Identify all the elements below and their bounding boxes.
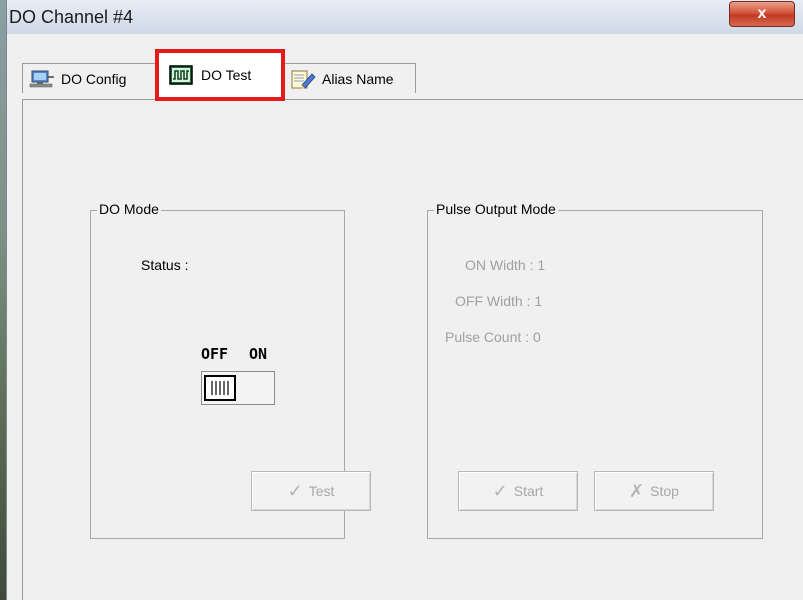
tab-strip: DO Config Alias Name DO Test [7,34,803,101]
stop-button[interactable]: ✗ Stop [594,471,714,511]
waveform-icon [169,65,193,85]
title-bar[interactable]: DO Channel #4 x [7,0,803,34]
stop-button-label: Stop [650,483,679,499]
tab-alias-name[interactable]: Alias Name [283,63,416,93]
do-toggle-switch[interactable] [201,371,275,405]
switch-off-label: OFF [201,345,229,363]
tab-do-test[interactable]: DO Test [155,49,285,101]
x-mark-icon: ✗ [629,480,645,501]
do-mode-group-label: DO Mode [97,201,161,217]
checkmark-icon: ✓ [492,480,508,501]
dialog-window: DO Channel #4 x DO Config Alias Name DO … [6,0,803,600]
window-title: DO Channel #4 [9,7,134,27]
start-button[interactable]: ✓ Start [458,471,578,511]
close-button[interactable]: x [729,1,795,27]
status-label: Status : [141,257,189,273]
pulse-output-mode-group: Pulse Output Mode ON Width : 1 OFF Width… [427,201,763,539]
test-button[interactable]: ✓ Test [251,471,371,511]
tab-label: DO Test [201,67,252,83]
switch-on-label: ON [249,345,268,363]
test-button-label: Test [308,483,335,499]
tab-page-do-test: DO Mode Status : OFF ON ✓ Test Pulse Out… [22,99,803,600]
off-width-label: OFF Width : 1 [455,293,543,309]
checkmark-icon: ✓ [287,480,303,501]
close-icon: x [757,5,767,22]
on-width-label: ON Width : 1 [465,257,546,273]
do-mode-group: DO Mode Status : OFF ON ✓ Test [90,201,371,539]
notepad-pencil-icon [290,69,316,89]
tab-label: DO Config [61,70,127,87]
switch-knob[interactable] [204,375,236,401]
dialog-client-area: DO Config Alias Name DO Test DO Mode Sta… [7,34,803,600]
monitor-network-icon [29,69,55,89]
pulse-count-label: Pulse Count : 0 [445,329,541,345]
tab-label: Alias Name [322,70,394,87]
start-button-label: Start [513,483,544,499]
pulse-output-mode-group-label: Pulse Output Mode [434,201,558,217]
tab-do-config[interactable]: DO Config [22,63,157,93]
